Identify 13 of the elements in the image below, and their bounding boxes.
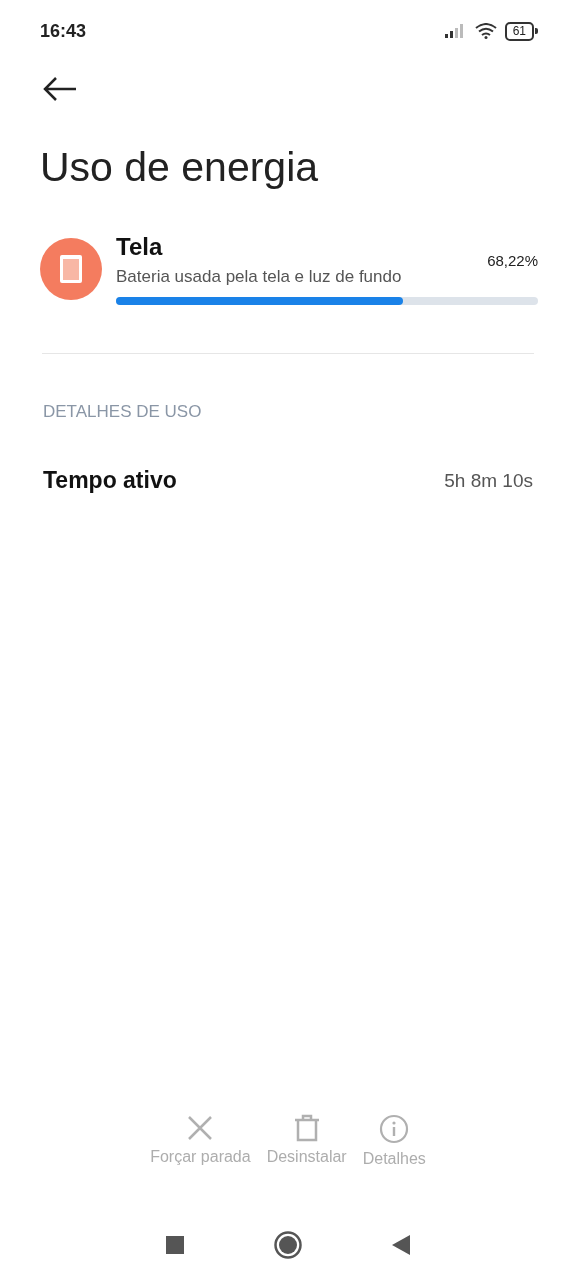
info-icon [379,1114,410,1144]
back-icon[interactable] [392,1235,410,1255]
wifi-icon [474,23,497,39]
home-icon[interactable] [274,1231,302,1259]
page-title: Uso de energia [40,144,320,191]
row-value: 5h 8m 10s [444,469,533,492]
usage-description: Bateria usada pela tela e luz de fundo [116,267,402,287]
usage-name: Tela [116,233,163,261]
row-label: Tempo ativo [43,467,177,494]
close-icon [186,1114,215,1142]
section-header: DETALHES DE USO [43,402,203,422]
usage-percent: 68,22% [487,251,538,269]
status-time: 16:43 [40,20,87,42]
